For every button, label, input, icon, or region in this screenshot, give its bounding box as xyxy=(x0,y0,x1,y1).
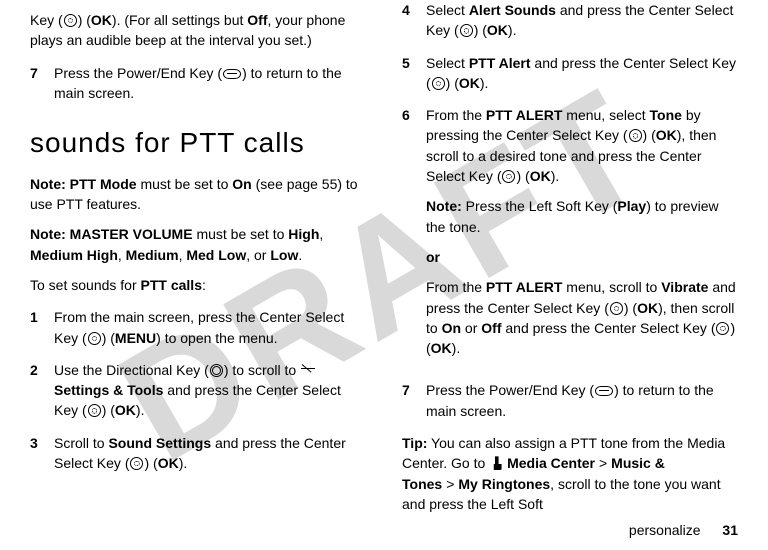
columns: Key () (OK). (For all settings but Off, … xyxy=(30,0,738,510)
alt-vibrate: From the PTT ALERT menu, scroll to Vibra… xyxy=(426,277,738,358)
ptt-mode-label: PTT Mode xyxy=(70,176,137,192)
step-5: 5 Select PTT Alert and press the Center … xyxy=(402,53,738,94)
center-select-icon xyxy=(629,129,642,142)
note-label: Note: xyxy=(30,226,66,242)
ok-label: OK xyxy=(115,402,136,418)
step-body: Press the Power/End Key () to return to … xyxy=(54,63,366,104)
alert-sounds-label: Alert Sounds xyxy=(469,2,556,18)
left-column: Key () (OK). (For all settings but Off, … xyxy=(30,0,366,510)
step-2: 2 Use the Directional Key () to scroll t… xyxy=(30,360,366,421)
step-number: 7 xyxy=(30,63,54,104)
step-body: Select Alert Sounds and press the Center… xyxy=(426,0,738,41)
step-1: 1 From the main screen, press the Center… xyxy=(30,307,366,348)
ok-label: OK xyxy=(656,127,677,143)
step-number: 4 xyxy=(402,0,426,41)
media-center-icon xyxy=(490,456,502,470)
page-number: 31 xyxy=(722,522,738,538)
menu-label: MENU xyxy=(115,330,156,346)
step-body: From the main screen, press the Center S… xyxy=(54,307,366,348)
ok-label: OK xyxy=(530,168,551,184)
step-number: 6 xyxy=(402,105,426,368)
step-number: 5 xyxy=(402,53,426,94)
ok-label: OK xyxy=(158,455,179,471)
or-label: or xyxy=(426,247,738,267)
step-number: 2 xyxy=(30,360,54,421)
ptt-alert-menu-label: PTT ALERT xyxy=(486,107,562,123)
power-end-icon xyxy=(223,69,241,79)
media-center-label: Media Center xyxy=(507,455,595,471)
tip-paragraph: Tip: You can also assign a PTT tone from… xyxy=(402,433,738,514)
ptt-calls-label: PTT calls xyxy=(141,277,202,293)
ok-label: OK xyxy=(431,340,452,356)
step-7: 7 Press the Power/End Key () to return t… xyxy=(30,63,366,104)
center-select-icon xyxy=(716,322,729,335)
step-4: 4 Select Alert Sounds and press the Cent… xyxy=(402,0,738,41)
ok-label: OK xyxy=(637,300,658,316)
step-body: Scroll to Sound Settings and press the C… xyxy=(54,433,366,474)
note-label: Note: xyxy=(426,198,462,214)
center-select-icon xyxy=(460,24,473,37)
note-master-volume: Note: MASTER VOLUME must be set to High,… xyxy=(30,224,366,265)
off-label: Off xyxy=(481,320,501,336)
on-label: On xyxy=(232,176,251,192)
ok-label: OK xyxy=(91,12,112,28)
right-column: 4 Select Alert Sounds and press the Cent… xyxy=(402,0,738,510)
center-select-icon xyxy=(64,14,77,27)
step-number: 7 xyxy=(402,380,426,421)
center-select-icon xyxy=(88,332,101,345)
note-play: Note: Press the Left Soft Key (Play) to … xyxy=(426,196,738,237)
step-3: 3 Scroll to Sound Settings and press the… xyxy=(30,433,366,474)
note-ptt-mode: Note: PTT Mode must be set to On (see pa… xyxy=(30,174,366,215)
settings-tools-label: Settings & Tools xyxy=(54,382,163,398)
power-end-icon xyxy=(595,386,613,396)
center-select-icon xyxy=(502,170,515,183)
vibrate-label: Vibrate xyxy=(661,279,708,295)
page-footer: personalize 31 xyxy=(629,522,738,538)
sound-settings-label: Sound Settings xyxy=(108,435,211,451)
ptt-alert-label: PTT Alert xyxy=(469,55,531,71)
center-select-icon xyxy=(130,457,143,470)
step-body: Select PTT Alert and press the Center Se… xyxy=(426,53,738,94)
cont-paragraph: Key () (OK). (For all settings but Off, … xyxy=(30,10,366,51)
center-select-icon xyxy=(610,302,623,315)
my-ringtones-label: My Ringtones xyxy=(458,476,550,492)
on-label: On xyxy=(442,320,461,336)
page: DRAFT Key () (OK). (For all settings but… xyxy=(0,0,768,550)
intro-line: To set sounds for PTT calls: xyxy=(30,275,366,295)
step-body: Press the Power/End Key () to return to … xyxy=(426,380,738,421)
master-volume-label: MASTER VOLUME xyxy=(70,226,193,242)
ok-label: OK xyxy=(487,22,508,38)
step-number: 3 xyxy=(30,433,54,474)
step-6: 6 From the PTT ALERT menu, select Tone b… xyxy=(402,105,738,368)
note-label: Note: xyxy=(30,176,66,192)
tip-label: Tip: xyxy=(402,435,427,451)
section-heading: sounds for PTT calls xyxy=(30,123,366,164)
tone-label: Tone xyxy=(650,107,682,123)
off-label: Off xyxy=(247,12,267,28)
center-select-icon xyxy=(88,404,101,417)
ptt-alert-menu-label: PTT ALERT xyxy=(486,279,562,295)
settings-tools-icon xyxy=(301,364,315,377)
step-body: Use the Directional Key () to scroll to … xyxy=(54,360,366,421)
ok-label: OK xyxy=(459,75,480,91)
directional-key-icon xyxy=(210,364,223,377)
step-number: 1 xyxy=(30,307,54,348)
step-7: 7 Press the Power/End Key () to return t… xyxy=(402,380,738,421)
center-select-icon xyxy=(432,77,445,90)
footer-section: personalize xyxy=(629,522,701,538)
play-label: Play xyxy=(617,198,646,214)
step-body: From the PTT ALERT menu, select Tone by … xyxy=(426,105,738,368)
